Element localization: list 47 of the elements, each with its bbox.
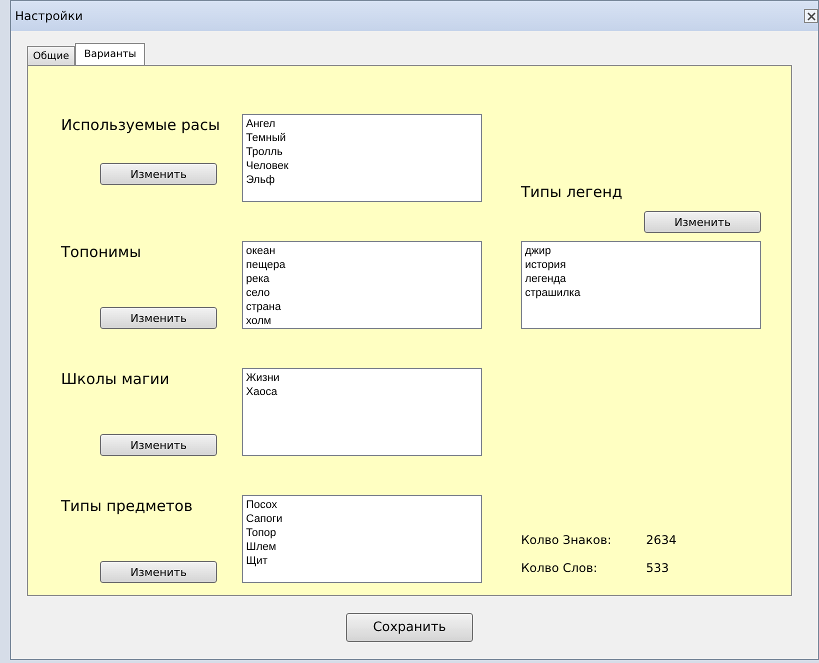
stat-value: 2634 xyxy=(646,533,677,547)
stat-value: 533 xyxy=(646,561,669,575)
stat-label: Колво Знаков: xyxy=(521,533,612,547)
list-item[interactable]: Темный xyxy=(246,131,478,145)
list-item[interactable]: страшилка xyxy=(525,286,757,300)
list-item[interactable]: легенда xyxy=(525,272,757,286)
tab[interactable]: Варианты xyxy=(75,43,146,65)
list-item[interactable]: пещера xyxy=(246,258,478,272)
list-box[interactable]: океан пещера река село страна холм xyxy=(242,241,482,329)
list-item[interactable]: холм xyxy=(246,314,478,328)
list-item[interactable]: страна xyxy=(246,300,478,314)
list-box[interactable]: Ангел Темный Тролль Человек Эльф xyxy=(242,114,482,202)
close-button[interactable] xyxy=(804,9,818,23)
save-button[interactable]: Сохранить xyxy=(346,613,473,642)
list-item[interactable]: река xyxy=(246,272,478,286)
list-item[interactable]: океан xyxy=(246,244,478,258)
list-item[interactable]: Ангел xyxy=(246,117,478,131)
stat-label: Колво Слов: xyxy=(521,561,598,575)
list-item[interactable]: Посох xyxy=(246,498,478,512)
edit-button[interactable]: Изменить xyxy=(100,307,217,329)
list-box[interactable]: Посох Сапоги Топор Шлем Щит xyxy=(242,495,482,583)
section-label: Используемые расы xyxy=(61,115,221,134)
list-box[interactable]: джир история легенда страшилка xyxy=(521,241,761,329)
edit-button[interactable]: Изменить xyxy=(644,211,761,233)
list-item[interactable]: Топор xyxy=(246,526,478,540)
list-item[interactable]: Хаоса xyxy=(246,385,478,399)
list-item[interactable]: история xyxy=(525,258,757,272)
list-item[interactable]: Эльф xyxy=(246,173,478,187)
edit-button[interactable]: Изменить xyxy=(100,434,217,456)
list-item[interactable]: Тролль xyxy=(246,145,478,159)
list-item[interactable]: Сапоги xyxy=(246,512,478,526)
section-label: Топонимы xyxy=(61,242,142,261)
section-label: Типы предметов xyxy=(61,496,194,515)
edit-button[interactable]: Изменить xyxy=(100,561,217,583)
list-item[interactable]: джир xyxy=(525,244,757,258)
list-item[interactable]: Человек xyxy=(246,159,478,173)
tab[interactable]: Общие xyxy=(27,46,76,65)
list-item[interactable]: село xyxy=(246,286,478,300)
list-item[interactable]: Жизни xyxy=(246,371,478,385)
edit-button[interactable]: Изменить xyxy=(100,163,217,185)
list-box[interactable]: Жизни Хаоса xyxy=(242,368,482,456)
window-title: Настройки xyxy=(15,9,83,23)
list-item[interactable]: Шлем xyxy=(246,540,478,554)
section-label: Типы легенд xyxy=(521,182,624,201)
close-icon xyxy=(806,12,816,20)
list-item[interactable]: Щит xyxy=(246,554,478,568)
section-label: Школы магии xyxy=(61,369,170,388)
